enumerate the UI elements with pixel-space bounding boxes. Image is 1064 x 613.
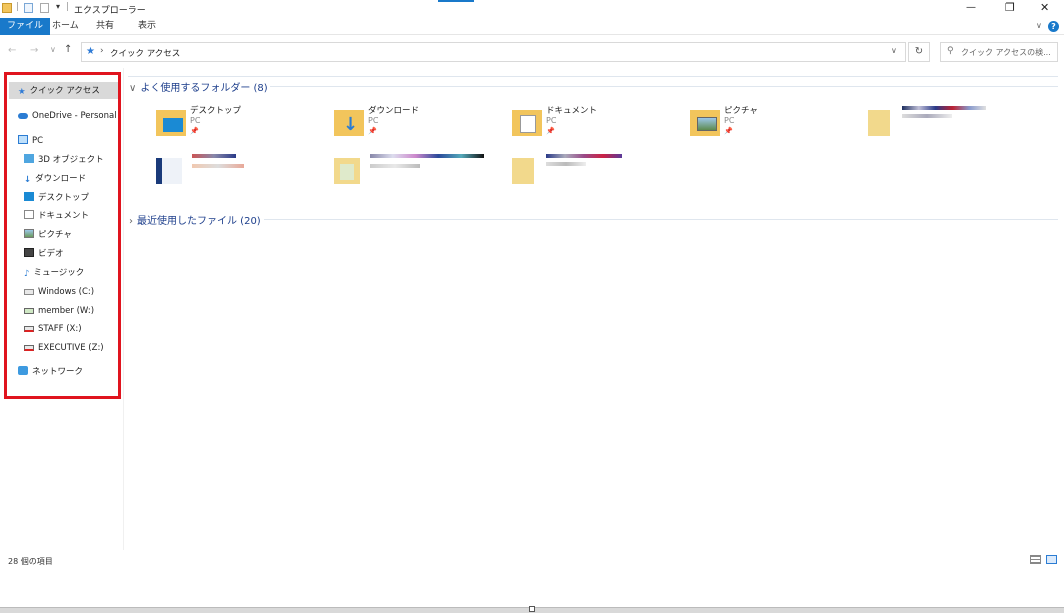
pin-icon: 📌 xyxy=(368,127,377,135)
properties-icon[interactable] xyxy=(24,3,33,13)
details-view-icon[interactable] xyxy=(1030,555,1041,564)
desktop-folder-icon xyxy=(156,110,186,136)
obscured-name xyxy=(192,154,236,158)
title-accent-bar xyxy=(438,0,474,2)
folder-name: ピクチャ xyxy=(724,106,758,116)
large-icons-view-icon[interactable] xyxy=(1046,555,1057,564)
search-icon: ⚲ xyxy=(947,46,954,56)
resize-handle[interactable] xyxy=(529,606,535,612)
address-row: ← → ∨ ↑ ★ › クイック アクセス ∨ ↻ ⚲ クイック アクセスの検.… xyxy=(0,38,1064,66)
status-item-count: 28 個の項目 xyxy=(8,557,53,566)
section-title: 最近使用したファイル (20) xyxy=(137,216,261,227)
folder-name: デスクトップ xyxy=(190,106,242,116)
pin-icon: 📌 xyxy=(724,127,733,135)
collapse-chevron-icon: ∨ xyxy=(129,83,137,94)
tab-file[interactable]: ファイル xyxy=(0,18,51,35)
folder-location: PC xyxy=(724,116,735,125)
breadcrumb-quick-access[interactable]: クイック アクセス xyxy=(110,47,180,59)
breadcrumb-separator-icon: › xyxy=(100,46,104,56)
pin-icon: 📌 xyxy=(190,127,199,135)
search-placeholder[interactable]: クイック アクセスの検... xyxy=(961,47,1051,58)
divider xyxy=(128,76,1058,77)
expand-chevron-icon: › xyxy=(129,216,133,227)
up-arrow-icon[interactable]: ↑ xyxy=(64,44,72,55)
address-dropdown-icon[interactable]: ∨ xyxy=(891,46,897,55)
pictures-folder-icon xyxy=(690,110,720,136)
folder-icon xyxy=(868,110,890,136)
folder-name: ダウンロード xyxy=(368,106,420,116)
obscured-name xyxy=(546,162,586,166)
refresh-button[interactable]: ↻ xyxy=(908,42,930,62)
new-folder-icon[interactable] xyxy=(40,3,49,13)
highlight-box xyxy=(4,72,121,399)
folder-icon xyxy=(512,158,534,184)
help-icon[interactable]: ? xyxy=(1048,21,1059,32)
separator: | xyxy=(16,2,20,12)
obscured-name xyxy=(546,154,622,158)
recent-files-header[interactable]: › 最近使用したファイル (20) xyxy=(129,212,261,227)
documents-folder-icon xyxy=(512,110,542,136)
address-bar[interactable]: ★ › クイック アクセス ∨ xyxy=(81,42,906,62)
folder-icon xyxy=(334,158,360,184)
separator: | xyxy=(66,2,70,12)
divider xyxy=(264,219,1058,220)
title-bar: | ▾ | エクスプローラー — ❐ ✕ xyxy=(0,0,1064,18)
folder-icon xyxy=(156,158,182,184)
ribbon: ファイル ホーム 共有 表示 ∨ ? xyxy=(0,18,1064,35)
forward-arrow-icon[interactable]: → xyxy=(30,45,38,56)
close-button[interactable]: ✕ xyxy=(1040,1,1049,14)
tab-view[interactable]: 表示 xyxy=(138,18,156,35)
pin-icon: 📌 xyxy=(546,127,555,135)
tab-share[interactable]: 共有 xyxy=(96,18,114,35)
frequent-folders-header[interactable]: ∨ よく使用するフォルダー (8) xyxy=(129,79,268,94)
minimize-button[interactable]: — xyxy=(966,2,976,13)
folder-location: PC xyxy=(190,116,201,125)
back-arrow-icon[interactable]: ← xyxy=(8,45,16,56)
obscured-name xyxy=(902,114,952,118)
folder-location: PC xyxy=(546,116,557,125)
folder-location: PC xyxy=(368,116,379,125)
quick-access-toolbar-dropdown-icon[interactable]: ▾ xyxy=(56,2,60,11)
tab-home[interactable]: ホーム xyxy=(52,18,79,35)
obscured-name xyxy=(370,154,484,158)
obscured-name xyxy=(370,164,420,168)
folder-name: ドキュメント xyxy=(546,106,598,116)
star-icon: ★ xyxy=(86,46,95,57)
explorer-app-icon xyxy=(2,3,12,13)
maximize-button[interactable]: ❐ xyxy=(1005,1,1015,14)
expand-ribbon-icon[interactable]: ∨ xyxy=(1036,21,1042,30)
obscured-name xyxy=(902,106,986,110)
window-title: エクスプローラー xyxy=(74,6,146,16)
section-title: よく使用するフォルダー (8) xyxy=(140,83,268,94)
search-box[interactable]: ⚲ クイック アクセスの検... xyxy=(940,42,1058,62)
obscured-name xyxy=(192,164,244,168)
downloads-folder-icon: ↓ xyxy=(334,110,364,136)
recent-locations-icon[interactable]: ∨ xyxy=(50,45,56,54)
divider xyxy=(270,86,1058,87)
